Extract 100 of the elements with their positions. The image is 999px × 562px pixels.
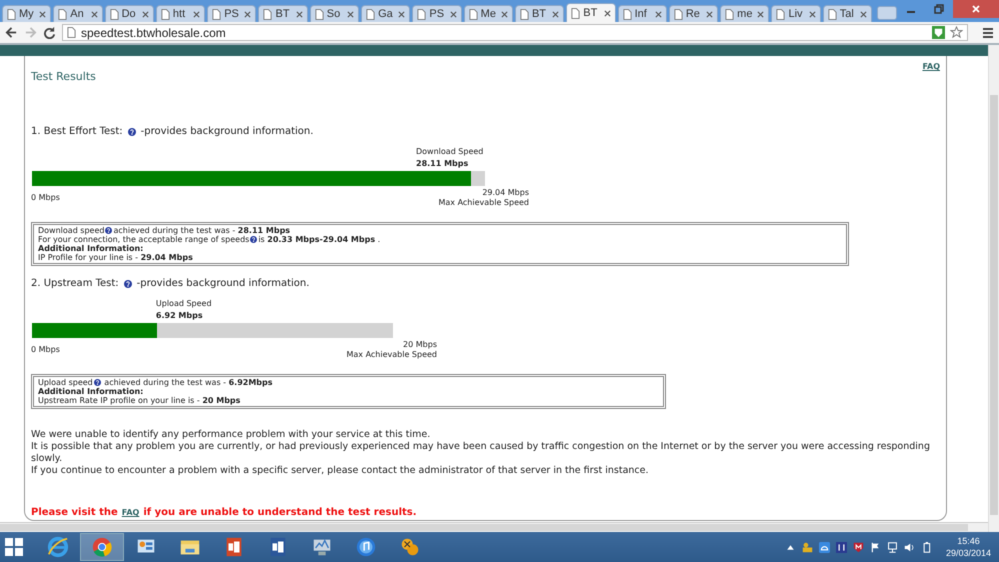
page-icon	[263, 8, 272, 20]
close-icon[interactable]	[706, 10, 714, 18]
speed-label: Download Speed	[416, 147, 484, 157]
help-icon[interactable]	[105, 227, 112, 234]
page-icon	[520, 8, 529, 20]
browser-tab[interactable]: BT	[566, 3, 616, 22]
browser-tab[interactable]: Inf	[618, 5, 667, 22]
close-icon	[971, 4, 981, 14]
info-text: IP Profile for your line is - 29.04 Mbps	[38, 253, 193, 262]
battery-icon[interactable]	[920, 542, 932, 552]
clock-date: 29/03/2014	[946, 547, 991, 559]
address-bar[interactable]: speedtest.btwholesale.com	[62, 24, 968, 41]
close-icon[interactable]	[90, 10, 98, 18]
close-icon[interactable]	[39, 10, 46, 18]
speed-value: 6.92 Mbps	[156, 311, 204, 321]
info-text: For your connection, the acceptable range of speeds	[38, 235, 250, 244]
browser-tab[interactable]: Re	[668, 5, 718, 22]
help-icon[interactable]	[250, 236, 258, 243]
close-icon[interactable]	[500, 10, 508, 18]
close-icon[interactable]	[142, 10, 149, 18]
monitor-icon	[311, 536, 333, 558]
puzzle-icon	[399, 536, 421, 558]
reload-icon[interactable]	[43, 26, 56, 39]
back-icon[interactable]	[5, 26, 18, 39]
max-value: 29.04 Mbps	[482, 188, 529, 198]
shield-icon[interactable]	[932, 26, 945, 39]
horizontal-scrollbar[interactable]	[0, 522, 988, 532]
help-icon[interactable]	[94, 379, 101, 386]
minimize-icon	[907, 11, 915, 13]
page-icon	[776, 8, 786, 20]
page-icon	[417, 8, 426, 20]
help-icon[interactable]	[124, 280, 132, 288]
page-icon	[828, 8, 837, 20]
network-icon[interactable]	[886, 542, 898, 552]
browser-tab[interactable]: An	[53, 5, 103, 22]
info-text: Additional Information:	[38, 244, 144, 253]
faq-link[interactable]: FAQ	[922, 62, 940, 71]
info-text: achieved during the test was - 28.11 Mbps	[113, 226, 290, 235]
browser-tab[interactable]: My	[2, 5, 52, 22]
close-icon[interactable]	[552, 10, 560, 18]
close-icon[interactable]	[296, 10, 303, 18]
browser-tab[interactable]: Me	[464, 5, 513, 22]
min-label: 0 Mbps	[31, 193, 60, 204]
close-icon[interactable]	[654, 10, 662, 18]
close-icon[interactable]	[860, 10, 868, 18]
page-icon	[58, 8, 68, 20]
close-icon[interactable]	[808, 10, 816, 18]
close-icon[interactable]	[398, 10, 406, 18]
close-icon[interactable]	[193, 10, 200, 18]
page-icon	[212, 8, 222, 20]
close-icon[interactable]	[604, 10, 611, 16]
chrome-icon	[91, 536, 113, 558]
browser-tab[interactable]: me	[720, 5, 770, 22]
result-message: It is possible that any problem you are currently, or had previously experienced may have been caused by traffic congestion on the Internet or by the server you were accessing responding slowly.	[31, 441, 931, 465]
min-label: 0 Mbps	[31, 345, 60, 356]
close-button[interactable]	[953, 0, 999, 18]
close-icon[interactable]	[244, 10, 252, 18]
browser-tab[interactable]: Ga	[361, 5, 410, 22]
page-title: Test Results	[31, 70, 96, 83]
test-note: -provides background information.	[140, 126, 314, 137]
star-icon[interactable]	[950, 26, 963, 39]
flag-icon[interactable]	[870, 542, 881, 552]
faq-link[interactable]: FAQ	[122, 508, 140, 517]
browser-tab[interactable]: htt	[156, 5, 206, 22]
speaker-icon[interactable]	[904, 542, 915, 552]
vertical-scrollbar[interactable]	[988, 45, 999, 532]
close-icon[interactable]	[450, 10, 457, 18]
page-icon	[67, 27, 76, 38]
browser-tab[interactable]: PS	[207, 5, 256, 22]
browser-icon	[47, 536, 69, 558]
browser-tab[interactable]: Tal	[822, 5, 872, 22]
info-text: Additional Information:	[38, 387, 144, 396]
page-icon	[7, 8, 16, 20]
info-text: Upload speed	[38, 378, 93, 387]
notice-text: if you are unable to understand the test results.	[143, 507, 417, 518]
browser-tab[interactable]: BT	[258, 5, 308, 22]
test-note: -provides background information.	[136, 278, 310, 289]
page-icon	[468, 8, 478, 20]
page-icon	[366, 8, 376, 20]
browser-tab[interactable]: PS	[412, 5, 462, 22]
help-icon[interactable]	[128, 128, 136, 136]
shield-icon[interactable]	[852, 542, 864, 552]
people-icon[interactable]	[802, 542, 813, 552]
result-message: If you continue to encounter a problem with a specific server, please contact the administrator of that server in the first instance.	[31, 465, 650, 477]
menu-icon[interactable]	[982, 26, 994, 38]
browser-tab[interactable]: Do	[104, 5, 154, 22]
page-icon	[571, 8, 580, 18]
page-icon	[674, 8, 683, 20]
info-text: Upstream Rate IP profile on your line is - 20 Mbps	[38, 396, 240, 405]
start-icon[interactable]	[4, 537, 24, 557]
browser-tab[interactable]: So	[310, 5, 360, 22]
browser-tab[interactable]: BT	[514, 5, 564, 22]
close-icon[interactable]	[757, 10, 764, 18]
speed-label: Upload Speed	[156, 299, 213, 309]
close-icon[interactable]	[347, 10, 354, 18]
restore-icon	[934, 4, 944, 14]
page-icon	[725, 8, 734, 20]
browser-tab[interactable]: Liv	[771, 5, 821, 22]
test-heading: 2. Upstream Test:	[31, 278, 119, 289]
music-icon	[355, 536, 377, 558]
